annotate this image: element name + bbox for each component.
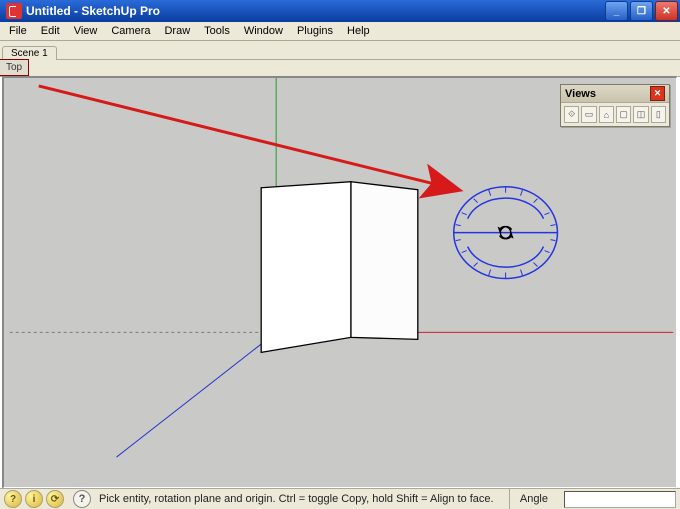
menu-tools[interactable]: Tools	[197, 24, 237, 38]
status-hint: Pick entity, rotation plane and origin. …	[99, 493, 509, 505]
callout-arrow	[39, 86, 458, 190]
view-left-button[interactable]: ▯	[651, 106, 666, 123]
menu-camera[interactable]: Camera	[104, 24, 157, 38]
menu-file[interactable]: File	[2, 24, 34, 38]
rotate-protractor[interactable]	[454, 187, 558, 279]
close-button[interactable]: ✕	[655, 1, 678, 21]
scene-bar: Scene 1	[0, 41, 680, 60]
model-face-right[interactable]	[351, 182, 418, 340]
views-palette-title[interactable]: Views ✕	[561, 85, 669, 103]
view-front-button[interactable]: ⌂	[599, 106, 614, 123]
status-round-button-2[interactable]: i	[25, 490, 43, 508]
view-label-top[interactable]: Top	[0, 59, 29, 76]
view-iso-button[interactable]: ⟐	[564, 106, 579, 123]
views-palette-label: Views	[565, 88, 650, 100]
views-palette-close[interactable]: ✕	[650, 86, 665, 101]
window-titlebar: Untitled - SketchUp Pro _ ❐ ✕	[0, 0, 680, 22]
viewport-3d[interactable]: Views ✕ ⟐ ▭ ⌂ ▢ ◫ ▯	[2, 76, 678, 489]
menu-edit[interactable]: Edit	[34, 24, 67, 38]
view-back-button[interactable]: ◫	[633, 106, 648, 123]
menu-view[interactable]: View	[67, 24, 105, 38]
menu-draw[interactable]: Draw	[157, 24, 197, 38]
axis-blue	[117, 332, 277, 457]
minimize-button[interactable]: _	[605, 1, 628, 21]
status-angle-input[interactable]	[564, 491, 676, 508]
view-top-button[interactable]: ▭	[581, 106, 596, 123]
window-title: Untitled - SketchUp Pro	[26, 4, 605, 18]
menu-plugins[interactable]: Plugins	[290, 24, 340, 38]
menu-help[interactable]: Help	[340, 24, 377, 38]
views-palette[interactable]: Views ✕ ⟐ ▭ ⌂ ▢ ◫ ▯	[560, 84, 670, 127]
status-angle-label: Angle	[509, 489, 558, 509]
status-bar: ? i ⟳ ? Pick entity, rotation plane and …	[0, 488, 680, 509]
help-icon[interactable]: ?	[73, 490, 91, 508]
views-palette-body: ⟐ ▭ ⌂ ▢ ◫ ▯	[561, 103, 669, 126]
model-face-left[interactable]	[261, 182, 351, 353]
menu-bar: File Edit View Camera Draw Tools Window …	[0, 22, 680, 41]
scene-tab[interactable]: Scene 1	[2, 46, 57, 60]
app-icon	[6, 3, 22, 19]
menu-window[interactable]: Window	[237, 24, 290, 38]
scene-canvas	[4, 78, 676, 487]
view-header: Top	[0, 60, 680, 77]
view-right-button[interactable]: ▢	[616, 106, 631, 123]
maximize-button[interactable]: ❐	[630, 1, 653, 21]
status-round-button-1[interactable]: ?	[4, 490, 22, 508]
window-buttons: _ ❐ ✕	[605, 1, 678, 21]
status-round-button-3[interactable]: ⟳	[46, 490, 64, 508]
